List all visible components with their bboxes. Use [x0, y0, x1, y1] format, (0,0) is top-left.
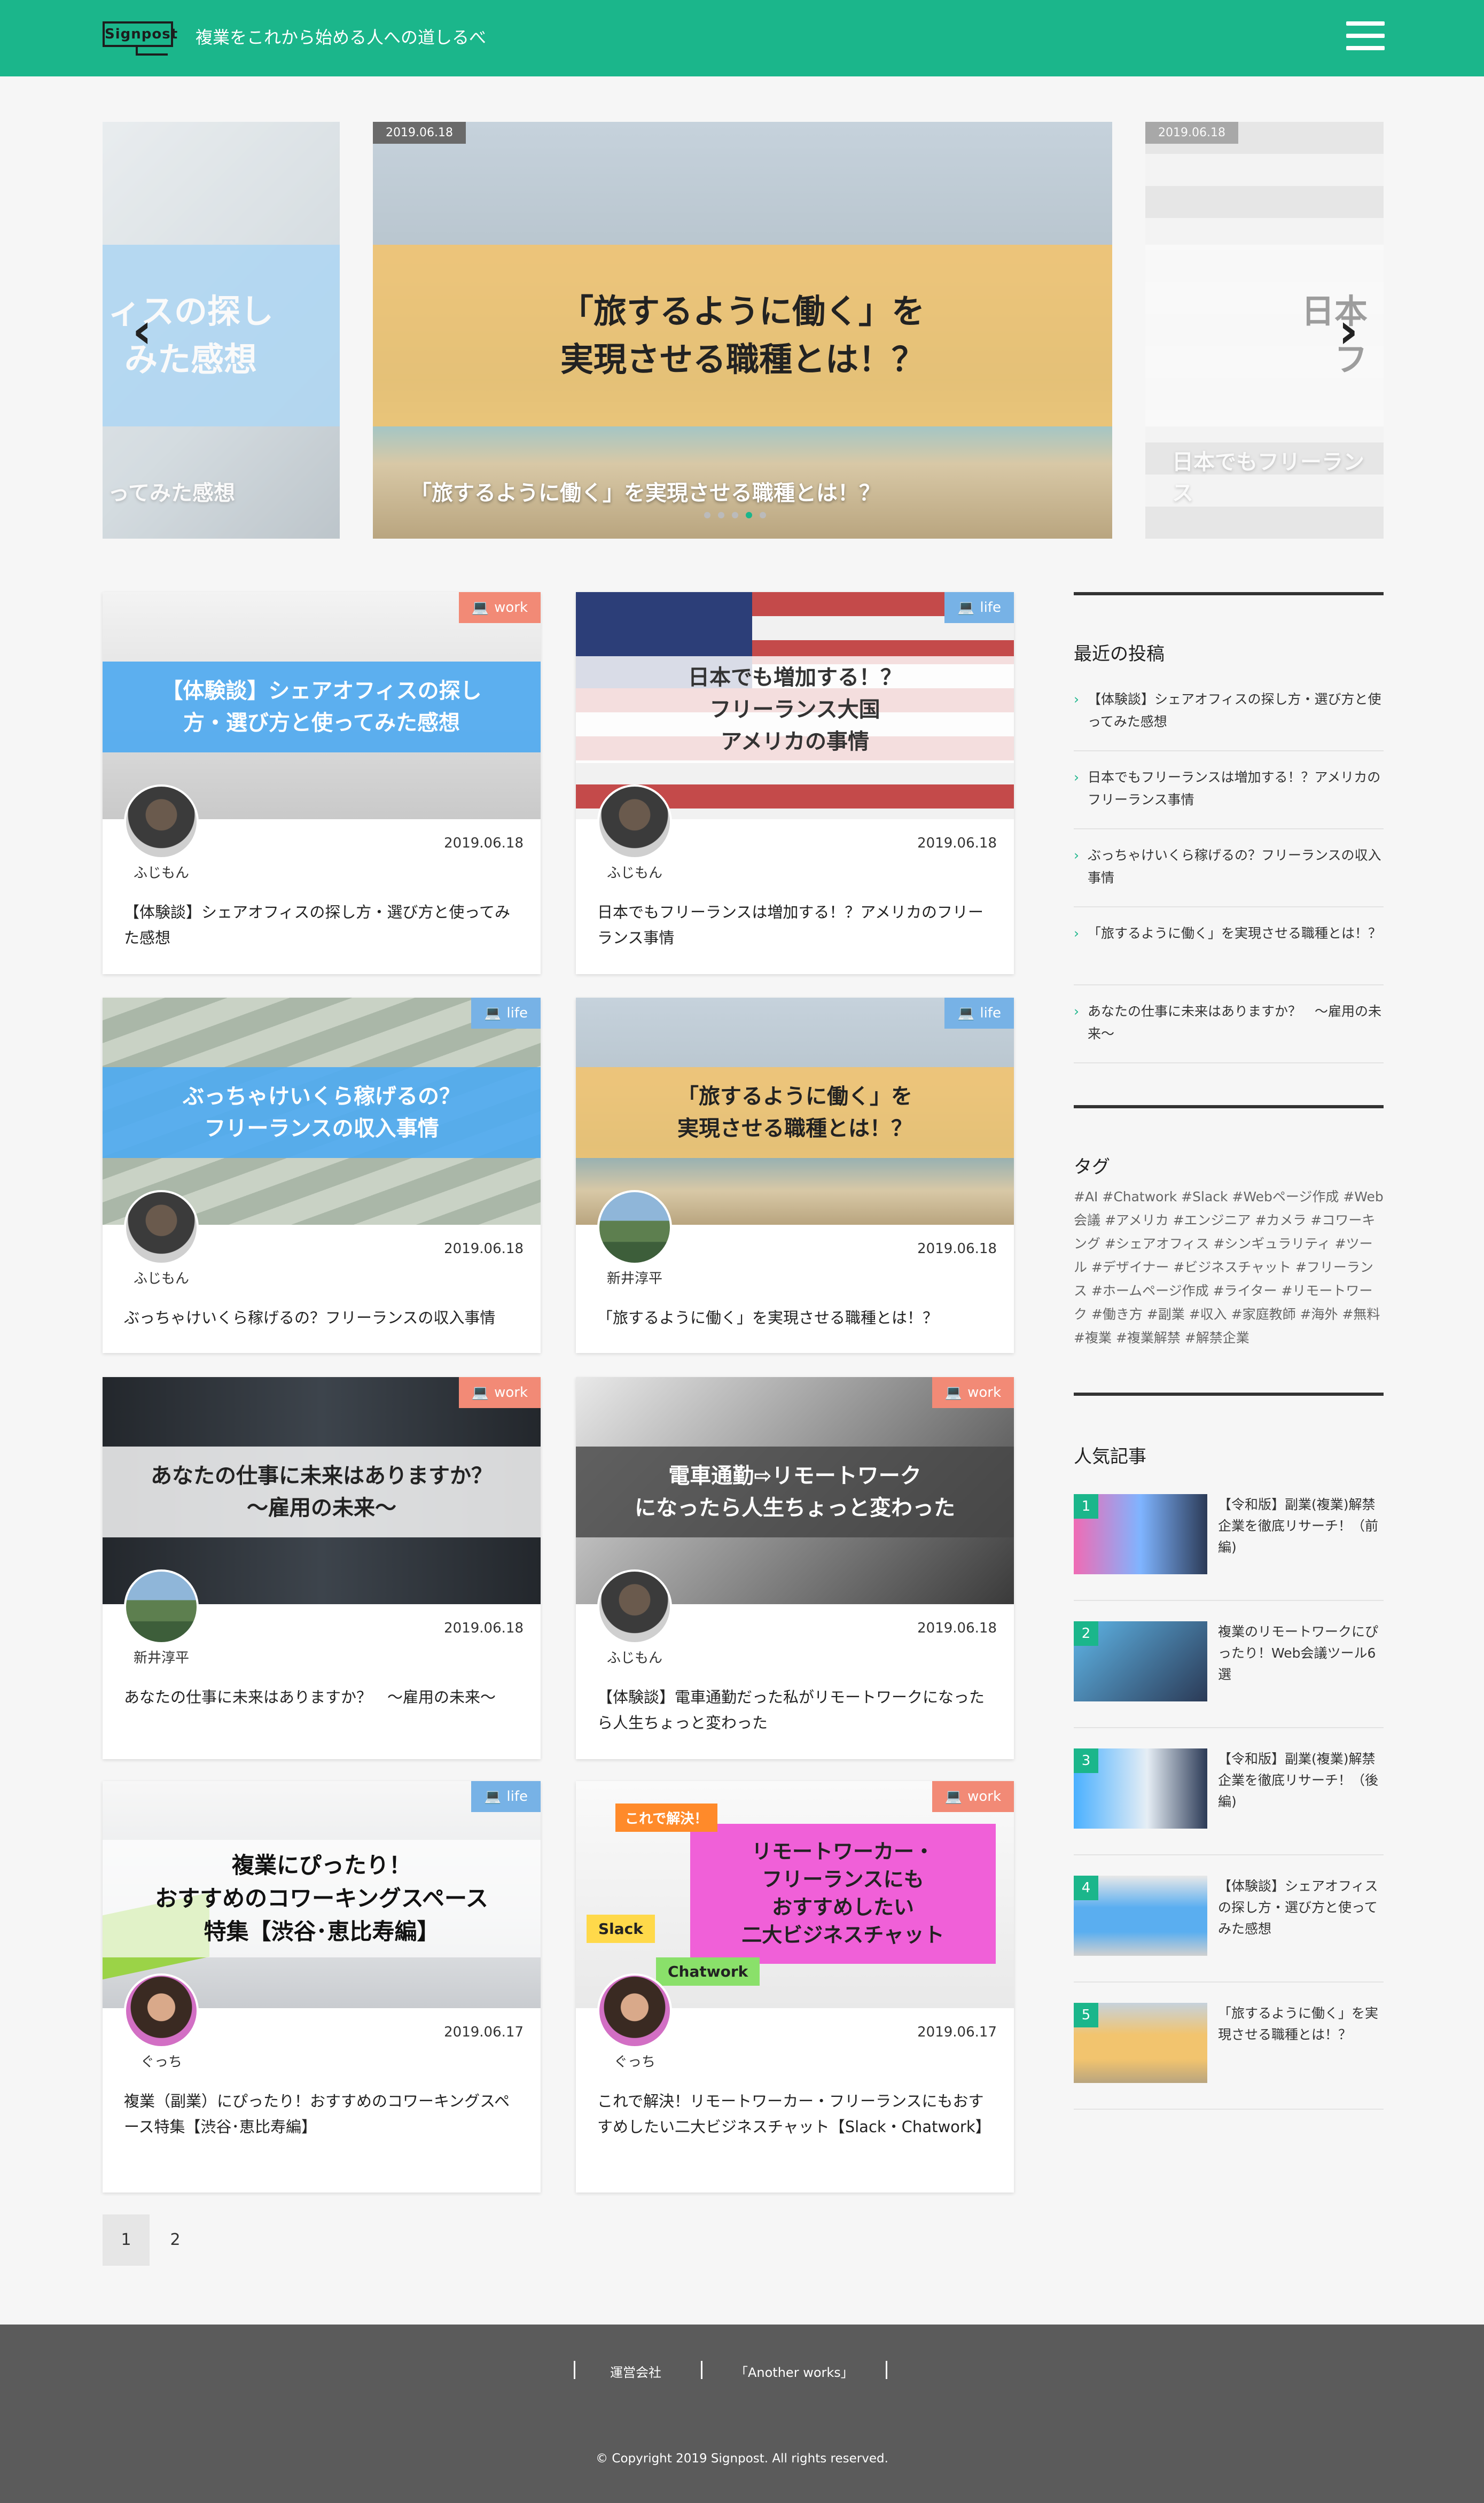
post-title[interactable]: ぶっちゃけいくら稼げるの？フリーランスの収入事情 [124, 1305, 519, 1331]
site-header: Signpost 複業をこれから始める人への道しるべ [0, 0, 1484, 76]
post-title[interactable]: 日本でもフリーランスは増加する！？アメリカのフリーランス事情 [597, 899, 993, 951]
slide-current-band: 「旅するように働く」を 実現させる職種とは！？ [373, 245, 1112, 426]
author-name[interactable]: ぐっち [124, 2051, 199, 2071]
author-name[interactable]: ふじもん [124, 1268, 199, 1287]
author-avatar [597, 1973, 672, 2048]
slide-next-caption: 日本でもフリーランス [1172, 450, 1364, 506]
category-badge[interactable]: 💻 life [944, 592, 1014, 623]
author-avatar [597, 1569, 672, 1644]
author-name[interactable]: 新井淳平 [124, 1647, 199, 1667]
slider-prev-arrow-icon[interactable]: ‹ [121, 307, 163, 355]
recent-post-item[interactable]: › 【体験談】シェアオフィスの探し方・選び方と使ってみた感想 [1074, 688, 1384, 751]
featured-slider: ィスの探し みた感想 ってみた感想 「旅するように働く」を 実現させる職種とは！… [0, 122, 1484, 539]
chevron-right-icon: › [1074, 769, 1079, 785]
recent-post-item[interactable]: › 日本でもフリーランスは増加する！？アメリカのフリーランス事情 [1074, 766, 1384, 829]
author-name[interactable]: ふじもん [597, 862, 672, 882]
pagination-current[interactable]: 1 [103, 2214, 150, 2266]
post-date: 2019.06.18 [917, 1241, 997, 1257]
post-title[interactable]: 【体験談】電車通勤だった私がリモートワークになったら人生ちょっと変わった [597, 1684, 993, 1736]
menu-icon[interactable] [1346, 19, 1385, 52]
post-date: 2019.06.18 [917, 835, 997, 851]
author-name[interactable]: ぐっち [597, 2051, 672, 2071]
laptop-icon: 💻 [944, 1385, 963, 1401]
site-logo[interactable]: Signpost [103, 21, 177, 56]
site-footer [0, 2325, 1484, 2503]
laptop-icon: 💻 [957, 600, 975, 616]
article-card[interactable]: 【体験談】シェアオフィスの探し 方・選び方と使ってみた感想 💻 work ふじもん… [103, 592, 541, 974]
site-tagline: 複業をこれから始める人への道しるべ [196, 27, 487, 48]
popular-post-item[interactable]: 5 「旅するように働く」を実現させる職種とは！？ [1074, 2003, 1384, 2110]
author-avatar [597, 1190, 672, 1265]
slide-current[interactable]: 「旅するように働く」を 実現させる職種とは！？ 「旅するように働く」を実現させる… [373, 122, 1112, 539]
author-avatar [597, 784, 672, 859]
category-badge[interactable]: 💻 work [458, 592, 541, 623]
copyright: © Copyright 2019 Signpost. All rights re… [596, 2452, 888, 2466]
category-badge[interactable]: 💻 life [944, 998, 1014, 1029]
post-title[interactable]: これで解決！リモートワーカー・フリーランスにもおすすめしたい二大ビジネスチャット… [597, 2088, 993, 2140]
post-title[interactable]: 「旅するように働く」を実現させる職種とは！？ [597, 1305, 993, 1331]
post-title[interactable]: 複業（副業）にぴったり！おすすめのコワーキングスペース特集【渋谷･恵比寿編】 [124, 2088, 519, 2140]
post-title[interactable]: 【体験談】シェアオフィスの探し方・選び方と使ってみた感想 [124, 899, 519, 951]
chevron-right-icon: › [1074, 1004, 1079, 1019]
slide-prev-caption: ってみた感想 [108, 481, 235, 506]
author-avatar [124, 1973, 199, 2048]
post-date: 2019.06.18 [444, 1620, 524, 1636]
article-card[interactable]: 「旅するように働く」を 実現させる職種とは！？ 💻 life 新井淳平 2019.… [576, 998, 1014, 1353]
post-title[interactable]: あなたの仕事に未来はありますか？ 〜雇用の未来〜 [124, 1684, 519, 1710]
pagination-next[interactable]: 2 [152, 2214, 199, 2266]
category-badge[interactable]: 💻 work [932, 1377, 1014, 1408]
author-name[interactable]: ふじもん [124, 862, 199, 882]
category-badge[interactable]: 💻 life [471, 998, 541, 1029]
article-card[interactable]: リモートワーカー・ フリーランスにも おすすめしたい 二大ビジネスチャット これ… [576, 1781, 1014, 2193]
recent-post-item[interactable]: › ぶっちゃけいくら稼げるの？フリーランスの収入事情 [1074, 844, 1384, 907]
popular-post-item[interactable]: 4 【体験談】シェアオフィスの探し方・選び方と使ってみた感想 [1074, 1876, 1384, 1983]
footer-link-another-works[interactable]: 「Another works」 [735, 2362, 854, 2381]
post-date: 2019.06.18 [917, 1620, 997, 1636]
slide-current-caption: 「旅するように働く」を実現させる職種とは！？ [410, 481, 880, 506]
tag-cloud[interactable]: #AI #Chatwork #Slack #Webページ作成 #Web会議 #ア… [1074, 1185, 1384, 1350]
article-card[interactable]: 日本でも増加する！？ フリーランス大国 アメリカの事情 💻 life ふじもん 2… [576, 592, 1014, 974]
laptop-icon: 💻 [484, 1789, 502, 1805]
chevron-right-icon: › [1074, 926, 1079, 941]
popular-posts-heading: 人気記事 [1074, 1446, 1146, 1467]
author-name[interactable]: ふじもん [597, 1647, 672, 1667]
author-avatar [124, 1190, 199, 1265]
author-name[interactable]: 新井淳平 [597, 1268, 672, 1287]
laptop-icon: 💻 [471, 600, 489, 616]
laptop-icon: 💻 [957, 1005, 975, 1021]
article-card[interactable]: あなたの仕事に未来はありますか？ 〜雇用の未来〜 💻 work 新井淳平 2019… [103, 1377, 541, 1759]
laptop-icon: 💻 [471, 1385, 489, 1401]
category-badge[interactable]: 💻 work [932, 1781, 1014, 1812]
recent-posts-heading: 最近の投稿 [1074, 643, 1165, 665]
recent-post-item[interactable]: › あなたの仕事に未来はありますか？ 〜雇用の未来〜 [1074, 1000, 1384, 1063]
slide-current-date: 2019.06.18 [373, 122, 466, 144]
post-date: 2019.06.17 [444, 2024, 524, 2040]
author-avatar [124, 1569, 199, 1644]
logo-text: Signpost [103, 21, 177, 47]
author-avatar [124, 784, 199, 859]
slider-next-arrow-icon[interactable]: › [1327, 307, 1370, 355]
popular-post-item[interactable]: 1 【令和版】副業(複業)解禁企業を徹底リサーチ！（前編) [1074, 1494, 1384, 1601]
article-card[interactable]: 複業にぴったり！ おすすめのコワーキングスペース 特集【渋谷･恵比寿編】 💻 li… [103, 1781, 541, 2193]
post-date: 2019.06.18 [444, 835, 524, 851]
recent-post-item[interactable]: › 「旅するように働く」を実現させる職種とは！？ [1074, 922, 1384, 985]
footer-link-company[interactable]: 運営会社 [610, 2362, 661, 2381]
category-badge[interactable]: 💻 life [471, 1781, 541, 1812]
chevron-right-icon: › [1074, 691, 1079, 707]
slide-next-date: 2019.06.18 [1145, 122, 1238, 144]
laptop-icon: 💻 [944, 1789, 963, 1805]
popular-post-item[interactable]: 3 【令和版】副業(複業)解禁企業を徹底リサーチ！（後編) [1074, 1748, 1384, 1855]
post-date: 2019.06.17 [917, 2024, 997, 2040]
chevron-right-icon: › [1074, 848, 1079, 863]
tags-heading: タグ [1074, 1156, 1110, 1178]
popular-post-item[interactable]: 2 複業のリモートワークにぴったり！Web会議ツール6選 [1074, 1621, 1384, 1728]
laptop-icon: 💻 [484, 1005, 502, 1021]
slider-dots [704, 512, 766, 518]
category-badge[interactable]: 💻 work [458, 1377, 541, 1408]
article-card[interactable]: ぶっちゃけいくら稼げるの？ フリーランスの収入事情 💻 life ふじもん 201… [103, 998, 541, 1353]
post-date: 2019.06.18 [444, 1241, 524, 1257]
article-card[interactable]: 電車通勤⇨リモートワーク になったら人生ちょっと変わった 💻 work ふじもん … [576, 1377, 1014, 1759]
